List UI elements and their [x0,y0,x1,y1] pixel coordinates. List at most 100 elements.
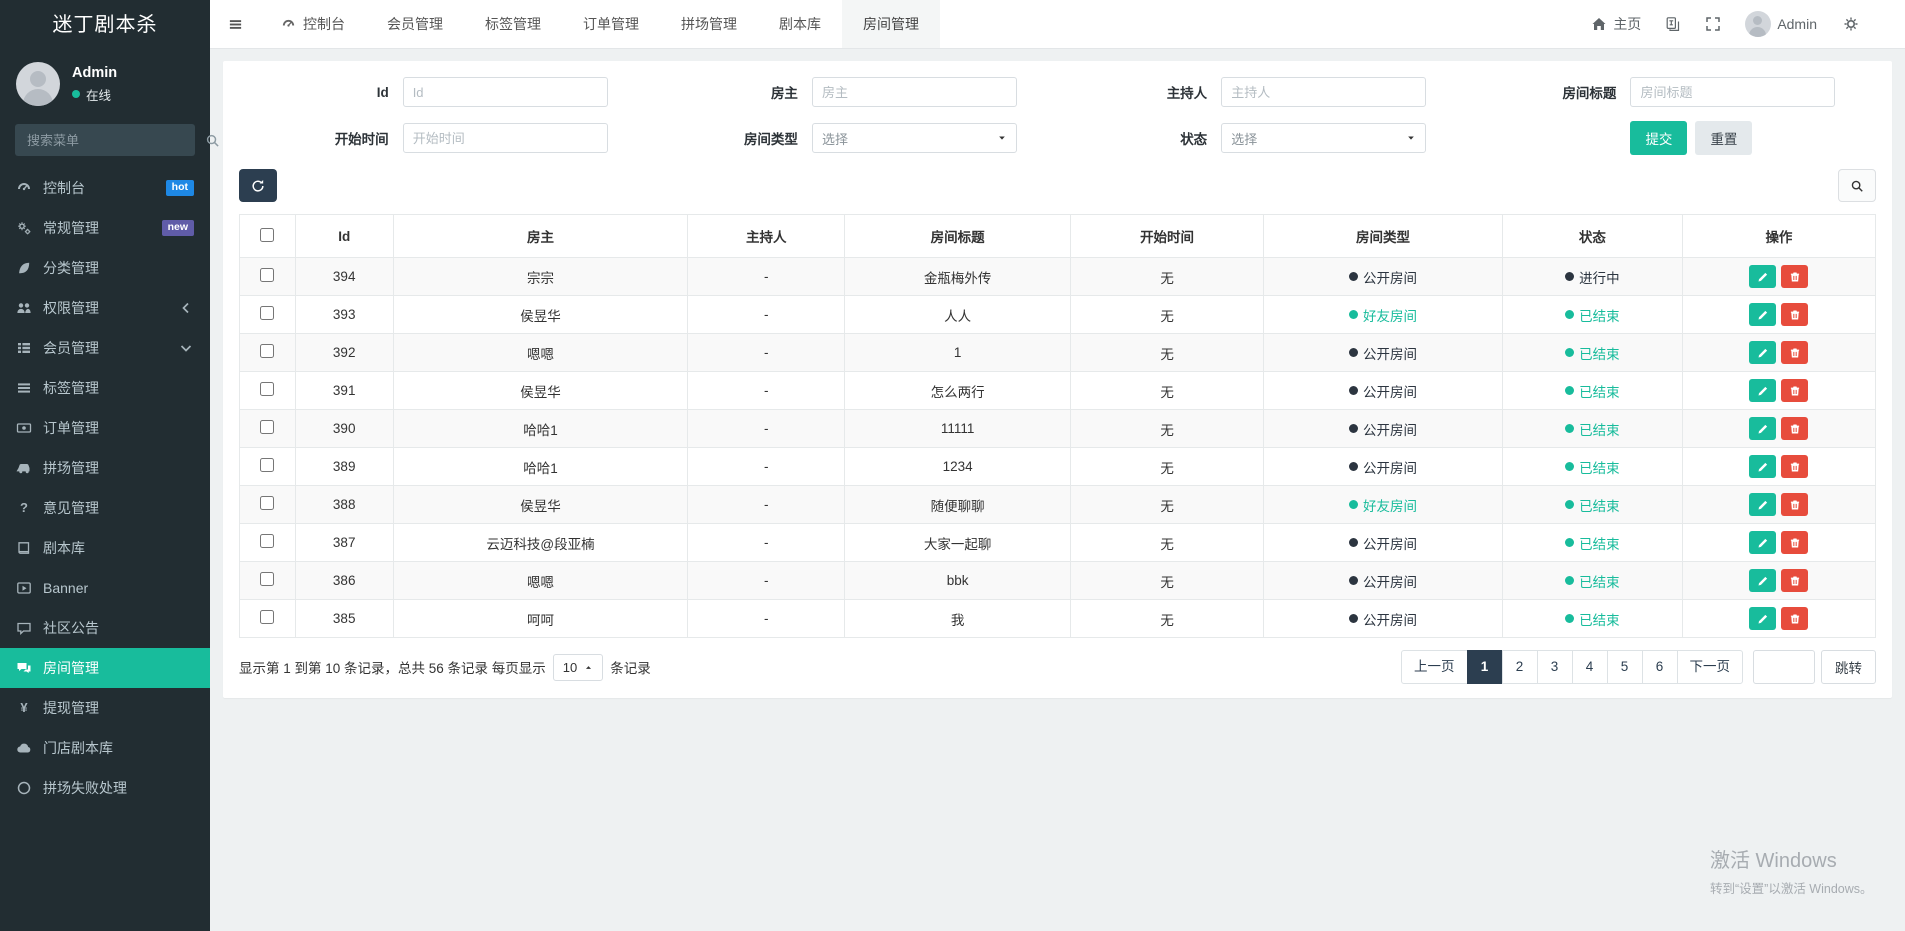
cell-host: - [688,258,845,296]
edit-button[interactable] [1749,607,1776,630]
sidebar-item-拼场管理[interactable]: 拼场管理 [0,448,210,488]
row-checkbox[interactable] [260,572,274,586]
tab-剧本库[interactable]: 剧本库 [758,0,842,48]
page-button-5[interactable]: 5 [1607,650,1643,684]
房主-input[interactable] [812,77,1017,107]
sidebar-item-控制台[interactable]: 控制台hot [0,168,210,208]
sidebar-item-label: 订单管理 [43,418,99,438]
tab-房间管理[interactable]: 房间管理 [842,0,940,48]
delete-button[interactable] [1781,493,1808,516]
prev-page-button[interactable]: 上一页 [1401,650,1468,684]
select-all-checkbox[interactable] [260,228,274,242]
cell-id: 394 [295,258,393,296]
page-size-dropdown[interactable]: 10 [553,654,603,681]
edit-button[interactable] [1749,265,1776,288]
circle-icon [16,780,32,796]
page-button-3[interactable]: 3 [1537,650,1573,684]
row-checkbox[interactable] [260,306,274,320]
next-page-button[interactable]: 下一页 [1677,650,1744,684]
chevleft-icon [178,300,194,316]
edit-button[interactable] [1749,303,1776,326]
jump-page-input[interactable] [1753,650,1815,684]
sidebar-toggle-button[interactable] [210,0,260,48]
sidebar-item-标签管理[interactable]: 标签管理 [0,368,210,408]
edit-button[interactable] [1749,417,1776,440]
status-badge: 已结束 [1565,533,1620,553]
settings-button[interactable] [1843,16,1859,32]
cell-actions [1682,296,1875,334]
sidebar-item-订单管理[interactable]: 订单管理 [0,408,210,448]
delete-button[interactable] [1781,265,1808,288]
delete-button[interactable] [1781,531,1808,554]
row-checkbox[interactable] [260,496,274,510]
sidebar-search-input[interactable] [25,132,205,149]
开始时间-input[interactable] [403,123,608,153]
watermark-line2: 转到“设置”以激活 Windows。 [1710,878,1873,897]
status-dot-icon [1349,386,1358,395]
tab-label: 拼场管理 [681,14,737,34]
edit-button[interactable] [1749,569,1776,592]
Id-input[interactable] [403,77,608,107]
page-button-1[interactable]: 1 [1467,650,1503,684]
tab-订单管理[interactable]: 订单管理 [562,0,660,48]
房间类型-select[interactable]: 选择 [812,123,1017,153]
table-search-button[interactable] [1838,169,1876,202]
row-checkbox[interactable] [260,534,274,548]
reset-button[interactable]: 重置 [1695,121,1752,155]
sidebar-item-Banner[interactable]: Banner [0,568,210,608]
row-checkbox[interactable] [260,420,274,434]
delete-button[interactable] [1781,379,1808,402]
room-type-badge: 公开房间 [1349,533,1417,553]
column-header-房主: 房主 [393,215,687,258]
fullscreen-button[interactable] [1705,16,1721,32]
row-checkbox[interactable] [260,382,274,396]
submit-button[interactable]: 提交 [1630,121,1687,155]
tab-拼场管理[interactable]: 拼场管理 [660,0,758,48]
房间标题-input[interactable] [1630,77,1835,107]
jump-button[interactable]: 跳转 [1821,650,1876,684]
tab-标签管理[interactable]: 标签管理 [464,0,562,48]
主持人-input[interactable] [1221,77,1426,107]
row-checkbox[interactable] [260,268,274,282]
sidebar-item-会员管理[interactable]: 会员管理 [0,328,210,368]
sidebar-item-拼场失败处理[interactable]: 拼场失败处理 [0,768,210,808]
tab-会员管理[interactable]: 会员管理 [366,0,464,48]
home-link[interactable]: 主页 [1591,14,1641,34]
sidebar-item-房间管理[interactable]: 房间管理 [0,648,210,688]
sidebar-item-社区公告[interactable]: 社区公告 [0,608,210,648]
delete-button[interactable] [1781,607,1808,630]
sidebar-item-意见管理[interactable]: ?意见管理 [0,488,210,528]
delete-button[interactable] [1781,417,1808,440]
delete-button[interactable] [1781,303,1808,326]
sidebar-item-提现管理[interactable]: ¥提现管理 [0,688,210,728]
page-button-2[interactable]: 2 [1502,650,1538,684]
sidebar-item-分类管理[interactable]: 分类管理 [0,248,210,288]
table-row: 389哈哈1-1234无公开房间已结束 [240,448,1876,486]
cell-actions [1682,448,1875,486]
refresh-button[interactable] [239,169,277,202]
row-checkbox[interactable] [260,344,274,358]
状态-select[interactable]: 选择 [1221,123,1426,153]
status-badge: 已结束 [1565,495,1620,515]
sidebar-item-剧本库[interactable]: 剧本库 [0,528,210,568]
trash-icon [1789,385,1801,397]
tab-控制台[interactable]: 控制台 [260,0,366,48]
delete-button[interactable] [1781,569,1808,592]
sidebar-item-常规管理[interactable]: 常规管理new [0,208,210,248]
row-checkbox[interactable] [260,458,274,472]
user-menu[interactable]: Admin [1745,11,1817,37]
select-all-cell [240,215,296,258]
edit-button[interactable] [1749,493,1776,516]
edit-button[interactable] [1749,455,1776,478]
sidebar-item-权限管理[interactable]: 权限管理 [0,288,210,328]
page-button-4[interactable]: 4 [1572,650,1608,684]
edit-button[interactable] [1749,379,1776,402]
edit-button[interactable] [1749,341,1776,364]
row-checkbox[interactable] [260,610,274,624]
delete-button[interactable] [1781,341,1808,364]
edit-button[interactable] [1749,531,1776,554]
sidebar-item-门店剧本库[interactable]: 门店剧本库 [0,728,210,768]
file-button[interactable] [1665,16,1681,32]
page-button-6[interactable]: 6 [1642,650,1678,684]
delete-button[interactable] [1781,455,1808,478]
